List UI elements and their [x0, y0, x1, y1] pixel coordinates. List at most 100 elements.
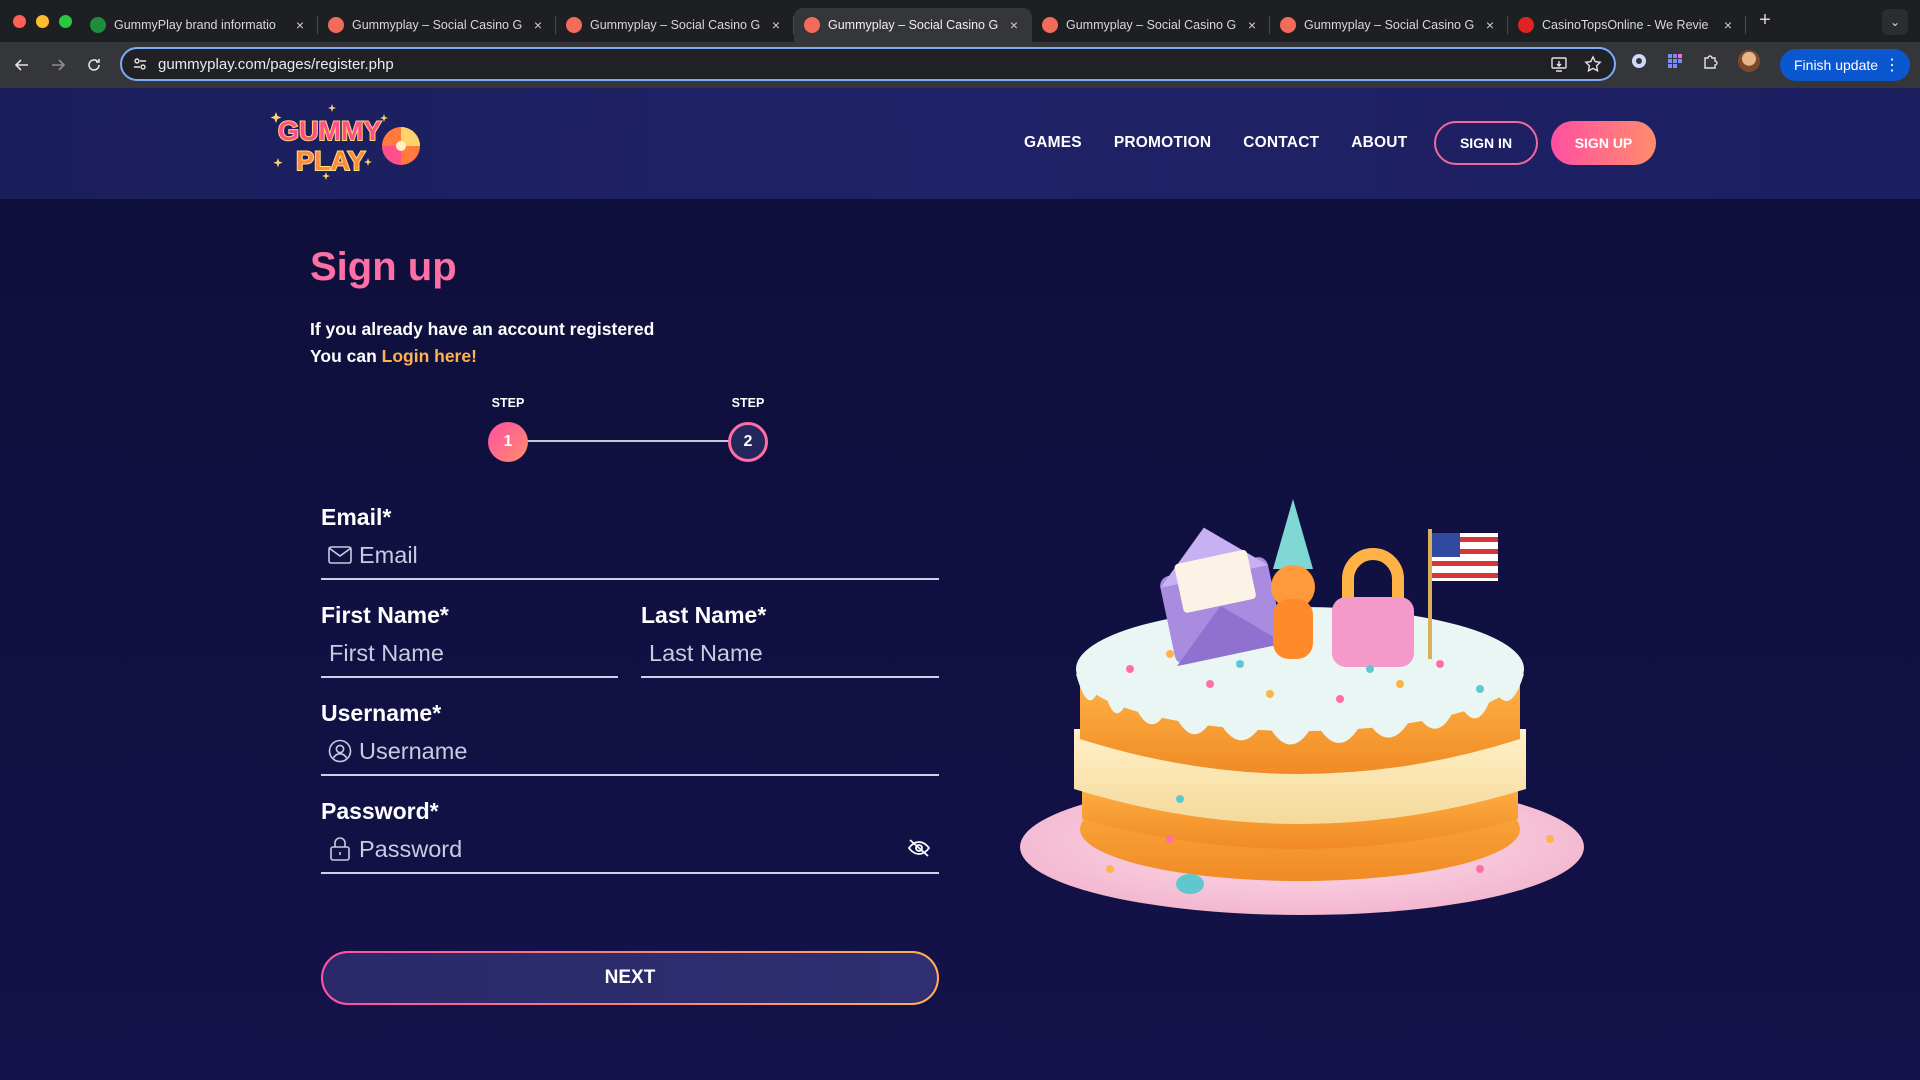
login-link[interactable]: Login here! — [382, 346, 477, 366]
last-name-label: Last Name* — [641, 602, 767, 628]
extensions-area — [1630, 50, 1760, 72]
tab-favicon-icon — [90, 17, 106, 33]
page-title: Sign up — [310, 245, 457, 289]
tab-close-icon[interactable]: × — [1244, 17, 1260, 33]
url-text: gummyplay.com/pages/register.php — [158, 55, 394, 73]
last-name-placeholder: Last Name — [649, 639, 763, 666]
forward-button[interactable] — [40, 47, 76, 83]
website: GUMMY PLAY GAMES PROMOTION CONTACT ABOUT… — [0, 88, 1920, 1080]
step-2-circle: 2 — [728, 422, 768, 462]
email-field[interactable]: Email — [321, 532, 939, 580]
tab-label: Gummyplay – Social Casino G — [352, 18, 522, 32]
tab-label: CasinoTopsOnline - We Revie — [1542, 18, 1709, 32]
logo-text-gummy: GUMMY — [278, 116, 382, 146]
nav-contact[interactable]: CONTACT — [1243, 134, 1319, 152]
close-window-button[interactable] — [13, 14, 26, 28]
tab-label: Gummyplay – Social Casino G — [590, 18, 760, 32]
gummyplay-logo[interactable]: GUMMY PLAY — [268, 102, 424, 184]
password-label: Password* — [321, 798, 439, 824]
email-label: Email* — [321, 504, 392, 530]
arrow-right-icon — [52, 59, 66, 71]
tab-favicon-icon — [1280, 17, 1296, 33]
grid-extension-icon[interactable] — [1666, 52, 1684, 70]
last-name-field[interactable]: Last Name — [641, 630, 939, 678]
sign-in-button[interactable]: SIGN IN — [1434, 121, 1538, 165]
browser-tab-bar: GummyPlay brand informatio × Gummyplay – S… — [0, 0, 1920, 42]
tab-close-icon[interactable]: × — [1482, 17, 1498, 33]
browser-tab[interactable]: Gummyplay – Social Casino G × — [794, 8, 1032, 42]
tab-close-icon[interactable]: × — [1720, 17, 1736, 33]
next-button-label: NEXT — [604, 967, 656, 988]
finish-update-label: Finish update — [1794, 57, 1879, 73]
nav-games[interactable]: GAMES — [1024, 134, 1082, 152]
vpn-extension-icon[interactable] — [1630, 52, 1648, 70]
nav-promotion[interactable]: PROMOTION — [1114, 134, 1211, 152]
logo-text-play: PLAY — [296, 146, 366, 176]
reload-button[interactable] — [76, 47, 112, 83]
next-button[interactable]: NEXT — [321, 951, 939, 1005]
first-name-field[interactable]: First Name — [321, 630, 618, 678]
tab-label: Gummyplay – Social Casino G — [828, 18, 998, 32]
main-nav: GAMES PROMOTION CONTACT ABOUT — [1024, 134, 1407, 152]
first-name-placeholder: First Name — [329, 639, 444, 666]
maximize-window-button[interactable] — [59, 14, 72, 28]
tab-close-icon[interactable]: × — [1006, 17, 1022, 33]
minimize-window-button[interactable] — [36, 14, 49, 28]
step-indicator: STEP STEP 1 2 — [488, 396, 772, 466]
tab-label: Gummyplay – Social Casino G — [1304, 18, 1474, 32]
browser-tab[interactable]: CasinoTopsOnline - We Revie × — [1508, 8, 1746, 42]
address-bar[interactable]: gummyplay.com/pages/register.php — [120, 47, 1616, 81]
browser-tab[interactable]: Gummyplay – Social Casino G × — [1032, 8, 1270, 42]
tab-favicon-icon — [328, 17, 344, 33]
eye-off-icon[interactable] — [907, 838, 931, 863]
step-1-label: STEP — [491, 396, 525, 410]
profile-avatar[interactable] — [1738, 50, 1760, 72]
user-circle-icon — [327, 738, 353, 764]
tab-favicon-icon — [804, 17, 820, 33]
site-info-icon[interactable] — [132, 56, 148, 72]
finish-update-button[interactable]: Finish update ⋮ — [1780, 49, 1910, 81]
omnibox-actions — [1550, 55, 1602, 73]
username-placeholder: Username — [359, 737, 468, 764]
tab-strip: GummyPlay brand informatio × Gummyplay – S… — [80, 0, 1746, 42]
tab-search-button[interactable]: ⌄ — [1882, 9, 1908, 35]
mail-icon — [327, 542, 353, 568]
more-menu-icon[interactable]: ⋮ — [1884, 55, 1900, 75]
tab-close-icon[interactable]: × — [768, 17, 784, 33]
browser-tab[interactable]: Gummyplay – Social Casino G × — [1270, 8, 1508, 42]
tab-favicon-icon — [1042, 17, 1058, 33]
site-header: GUMMY PLAY GAMES PROMOTION CONTACT ABOUT… — [0, 88, 1920, 199]
intro-prefix: You can — [310, 346, 382, 366]
username-field[interactable]: Username — [321, 728, 939, 776]
nav-about[interactable]: ABOUT — [1351, 134, 1407, 152]
install-app-icon[interactable] — [1550, 55, 1568, 73]
bookmark-star-icon[interactable] — [1584, 55, 1602, 73]
password-field[interactable]: Password — [321, 826, 939, 874]
email-placeholder: Email — [359, 541, 418, 568]
browser-tab[interactable]: GummyPlay brand informatio × — [80, 8, 318, 42]
cake-illustration — [1020, 499, 1584, 915]
sign-up-button[interactable]: SIGN UP — [1551, 121, 1656, 165]
puzzle-extensions-icon[interactable] — [1702, 52, 1720, 70]
step-connector-line — [522, 440, 738, 442]
intro-line-2: You can Login here! — [310, 346, 477, 367]
browser-tab[interactable]: Gummyplay – Social Casino G × — [556, 8, 794, 42]
tab-label: Gummyplay – Social Casino G — [1066, 18, 1236, 32]
intro-line-1: If you already have an account registere… — [310, 319, 655, 339]
reload-icon — [88, 59, 100, 71]
tab-close-icon[interactable]: × — [530, 17, 546, 33]
browser-toolbar: gummyplay.com/pages/register.php Finish … — [0, 42, 1920, 88]
tab-favicon-icon — [1518, 17, 1534, 33]
new-tab-button[interactable]: + — [1750, 6, 1780, 36]
first-name-label: First Name* — [321, 602, 449, 628]
tab-label: GummyPlay brand informatio — [114, 18, 276, 32]
back-button[interactable] — [4, 47, 40, 83]
username-label: Username* — [321, 700, 442, 726]
tab-separator — [1745, 16, 1746, 34]
step-2-label: STEP — [731, 396, 765, 410]
signup-section: Sign up If you already have an account r… — [0, 199, 1920, 1080]
tab-favicon-icon — [566, 17, 582, 33]
tab-close-icon[interactable]: × — [292, 17, 308, 33]
browser-tab[interactable]: Gummyplay – Social Casino G × — [318, 8, 556, 42]
window-controls — [0, 14, 80, 28]
